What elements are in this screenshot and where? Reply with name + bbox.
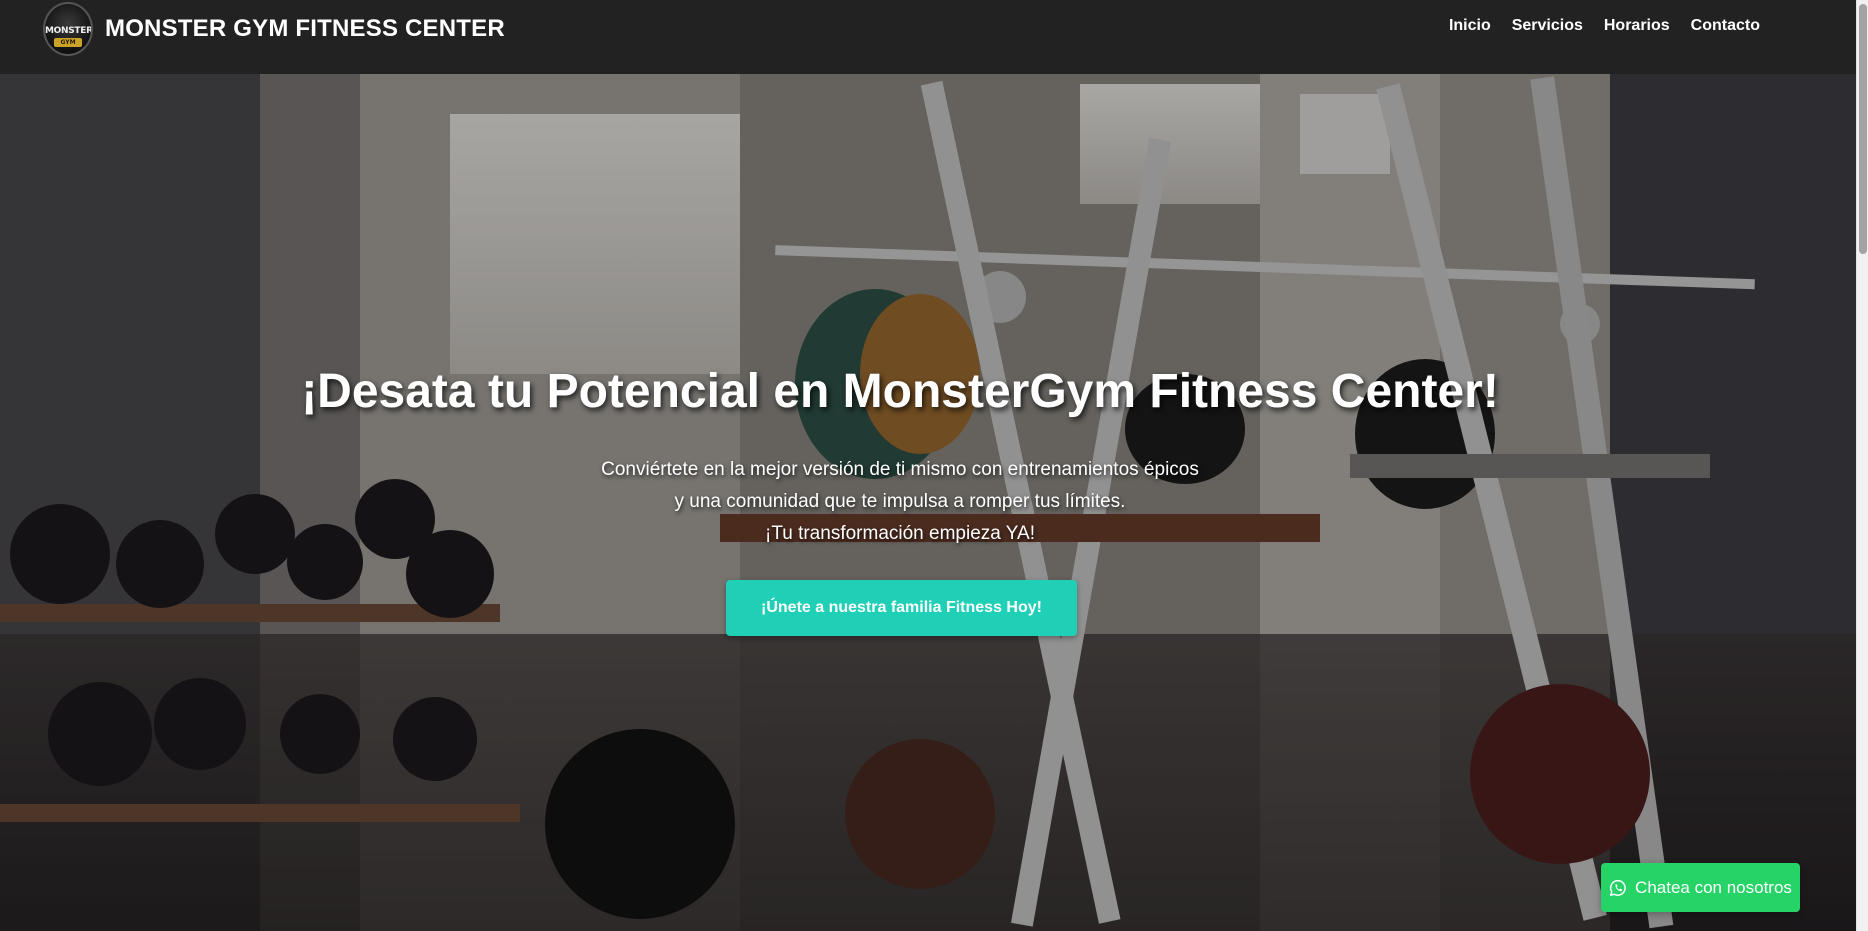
hero-subtitle-line-2: y una comunidad que te impulsa a romper … [674,491,1126,512]
hero-subtitle: Conviértete en la mejor versión de ti mi… [0,454,1800,550]
hero-subtitle-line-3: ¡Tu transformación empieza YA! [765,523,1035,544]
scrollbar-thumb[interactable] [1859,4,1867,254]
main-nav: Inicio Servicios Horarios Contacto [1449,17,1760,35]
nav-link-inicio[interactable]: Inicio [1449,17,1491,35]
join-cta-button[interactable]: ¡Únete a nuestra familia Fitness Hoy! [726,580,1077,636]
whatsapp-chat-button[interactable]: Chatea con nosotros [1601,863,1800,912]
nav-link-servicios[interactable]: Servicios [1512,17,1583,35]
hero-section: ¡Desata tu Potencial en MonsterGym Fitne… [0,74,1856,931]
whatsapp-icon [1609,879,1626,896]
brand-title: MONSTER GYM FITNESS CENTER [105,15,505,42]
top-navbar: MONSTER GYM MONSTER GYM FITNESS CENTER I… [0,0,1868,74]
whatsapp-chat-label: Chatea con nosotros [1635,877,1792,897]
hero-subtitle-line-1: Conviértete en la mejor versión de ti mi… [601,459,1199,480]
logo-sub: GYM [54,38,82,47]
logo-word: MONSTER [45,26,93,36]
nav-link-contacto[interactable]: Contacto [1691,17,1760,35]
gym-logo: MONSTER GYM [43,2,93,56]
hero-title: ¡Desata tu Potencial en MonsterGym Fitne… [301,365,1499,418]
nav-link-horarios[interactable]: Horarios [1604,17,1670,35]
page-scrollbar[interactable] [1856,0,1868,931]
brand-link[interactable]: MONSTER GYM MONSTER GYM FITNESS CENTER [43,2,505,56]
